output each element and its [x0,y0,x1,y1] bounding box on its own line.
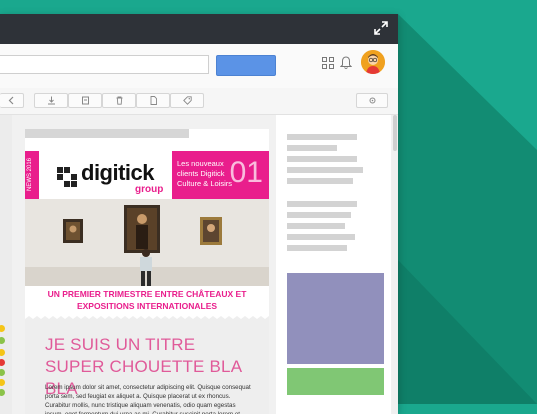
logo-mark-icon [57,167,77,187]
back-button[interactable] [0,93,24,108]
settings-button[interactable] [356,93,388,108]
placeholder-line [287,145,337,151]
zigzag-divider [25,316,269,322]
ad-block-green[interactable] [287,368,384,395]
news-tab: NEWS 2016 [25,151,39,199]
document-button[interactable] [136,93,170,108]
status-dot [0,337,5,344]
chevron-left-icon [8,96,14,105]
status-dot [0,325,5,332]
delete-button[interactable] [102,93,136,108]
archive-button[interactable] [68,93,102,108]
article-body: Lorem ipsum dolor sit amet, consectetur … [45,384,251,414]
brand-name: digitick [81,160,155,185]
expand-icon[interactable] [374,21,388,35]
digitick-logo: digitick group [57,161,167,195]
status-dot [0,389,5,396]
settings-icon [369,97,375,104]
pink-text: Les nouveaux clients Digitick Culture & … [177,159,233,188]
email-preview[interactable]: NEWS 2016 digitick group Les nouveaux cl… [25,129,269,414]
ad-block-purple[interactable] [287,273,384,364]
status-dot [0,359,5,366]
tag-button[interactable] [170,93,204,108]
museum-photo [25,199,269,286]
archive-icon [81,96,89,105]
top-bar [0,44,398,89]
newsletter-hero: NEWS 2016 digitick group Les nouveaux cl… [25,151,269,286]
email-toolbar [0,88,398,115]
search-button[interactable] [216,55,276,76]
pink-number: 01 [229,156,263,189]
placeholder-line [287,156,357,162]
placeholder-line [287,212,351,218]
document-icon [150,96,157,105]
email-subject-placeholder [25,129,189,138]
placeholder-line [287,201,357,207]
placeholder-line [287,234,355,240]
status-dot [0,379,5,386]
content-area: NEWS 2016 digitick group Les nouveaux cl… [0,115,398,414]
user-avatar[interactable] [361,50,385,74]
scrollbar[interactable] [392,115,398,414]
placeholder-line [287,245,347,251]
window-titlebar [0,14,398,44]
placeholder-line [287,223,345,229]
app-window: NEWS 2016 digitick group Les nouveaux cl… [0,14,398,414]
tag-icon [182,96,192,105]
placeholder-line [287,134,357,140]
newsletter-headline: UN PREMIER TRIMESTRE ENTRE CHÂTEAUX ET E… [47,289,247,311]
brand-sub: group [135,184,164,195]
search-input[interactable] [0,55,209,74]
headline-box: Les nouveaux clients Digitick Culture & … [172,151,269,199]
right-sidebar [276,115,391,414]
placeholder-line [287,178,353,184]
bell-icon[interactable] [340,56,352,70]
placeholder-line [287,167,363,173]
message-list-strip [0,115,12,414]
download-button[interactable] [34,93,68,108]
status-dot [0,349,5,356]
apps-grid-icon[interactable] [322,57,334,69]
news-label: NEWS 2016 [27,157,33,191]
trash-icon [116,96,122,105]
scrollbar-thumb[interactable] [393,115,397,151]
status-dot [0,369,5,376]
download-icon [47,96,55,105]
